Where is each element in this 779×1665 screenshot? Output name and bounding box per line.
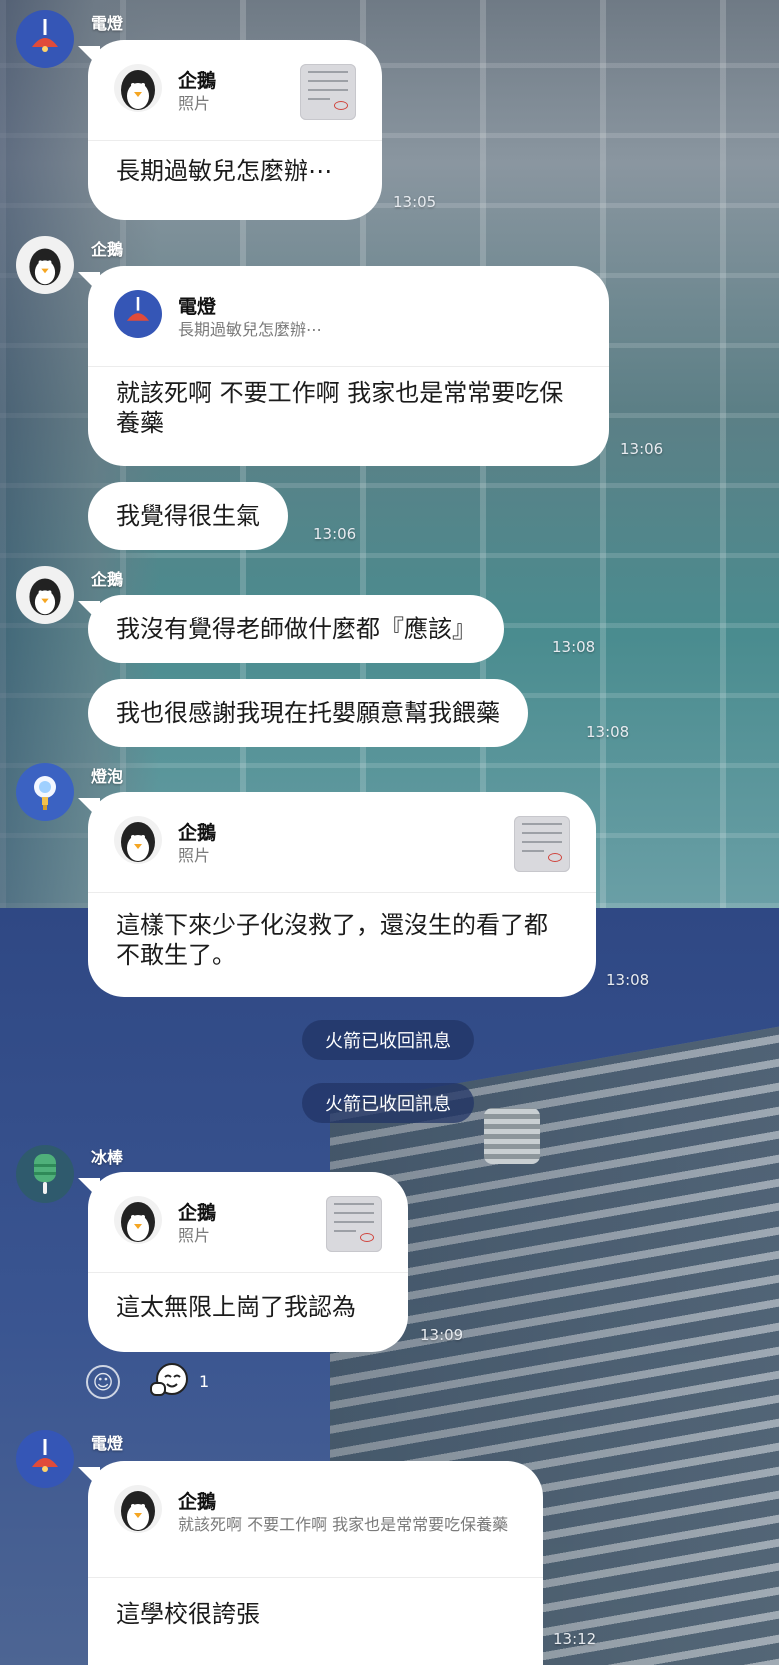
quoted-sender: 企鵝 <box>178 1491 217 1513</box>
quoted-content: 照片 <box>178 846 211 865</box>
reaction-count: 1 <box>199 1372 210 1391</box>
photo-thumbnail[interactable] <box>326 1196 382 1252</box>
background-chimney <box>484 1108 540 1164</box>
message-text: 這樣下來少子化沒救了，還沒生的看了都不敢生了。 <box>116 911 548 969</box>
quoted-content: 照片 <box>178 94 211 113</box>
reply-message-bubble[interactable]: 電燈 長期過敏兒怎麼辦⋯ 就該死啊 不要工作啊 我家也是常常要吃保養藥 <box>88 266 609 466</box>
reply-message-bubble[interactable]: 企鵝 就該死啊 不要工作啊 我家也是常常要吃保養藥 這學校很誇張 <box>88 1461 543 1665</box>
message-bubble[interactable]: 我沒有覺得老師做什麼都『應該』 <box>88 595 504 663</box>
message-text: 就該死啊 不要工作啊 我家也是常常要吃保養藥 <box>116 379 564 437</box>
smile-icon[interactable]: ☺ <box>86 1365 120 1399</box>
sender-name: 電燈 <box>91 1434 124 1453</box>
ceiling-lamp-icon <box>114 290 162 338</box>
photo-thumbnail[interactable] <box>514 816 570 872</box>
light-bulb-avatar-icon[interactable] <box>16 763 74 821</box>
penguin-icon <box>114 64 162 112</box>
message-time: 13:08 <box>552 638 596 656</box>
quoted-content: 長期過敏兒怎麼辦⋯ <box>178 320 323 339</box>
sticker-reaction-icon[interactable] <box>148 1361 190 1401</box>
quoted-sender: 企鵝 <box>178 822 217 844</box>
quoted-sender: 企鵝 <box>178 1202 217 1224</box>
message-time: 13:06 <box>313 525 357 543</box>
message-text: 這學校很誇張 <box>116 1600 260 1628</box>
message-time: 13:06 <box>620 440 664 458</box>
system-message-unsent: 火箭已收回訊息 <box>302 1020 474 1060</box>
message-time: 13:05 <box>393 193 437 211</box>
message-time: 13:12 <box>553 1630 597 1648</box>
popsicle-avatar-icon[interactable] <box>16 1145 74 1203</box>
penguin-icon <box>114 816 162 864</box>
photo-thumbnail[interactable] <box>300 64 356 120</box>
quoted-content: 照片 <box>178 1226 211 1245</box>
message-bubble[interactable]: 我覺得很生氣 <box>88 482 288 550</box>
sender-name: 冰棒 <box>91 1148 124 1167</box>
reply-message-bubble[interactable]: 企鵝 照片 長期過敏兒怎麼辦⋯ <box>88 40 382 220</box>
sender-name: 燈泡 <box>91 767 124 786</box>
quoted-message[interactable]: 企鵝 照片 <box>88 40 382 141</box>
reply-message-bubble[interactable]: 企鵝 照片 這太無限上崗了我認為 <box>88 1172 408 1352</box>
sender-name: 電燈 <box>91 14 124 33</box>
quoted-message[interactable]: 企鵝 照片 <box>88 1172 408 1273</box>
penguin-avatar-icon[interactable] <box>16 236 74 294</box>
message-time: 13:08 <box>606 971 650 989</box>
penguin-icon <box>114 1485 162 1533</box>
sender-name: 企鵝 <box>91 570 124 589</box>
message-time: 13:08 <box>586 723 630 741</box>
lamp-avatar-icon[interactable] <box>16 1430 74 1488</box>
quoted-sender: 電燈 <box>178 296 217 318</box>
quoted-message[interactable]: 電燈 長期過敏兒怎麼辦⋯ <box>88 266 609 367</box>
message-bubble[interactable]: 我也很感謝我現在托嬰願意幫我餵藥 <box>88 679 528 747</box>
lamp-avatar-icon[interactable] <box>16 10 74 68</box>
reply-message-bubble[interactable]: 企鵝 照片 這樣下來少子化沒救了，還沒生的看了都不敢生了。 <box>88 792 596 997</box>
penguin-icon <box>114 1196 162 1244</box>
quoted-message[interactable]: 企鵝 就該死啊 不要工作啊 我家也是常常要吃保養藥 <box>88 1461 543 1578</box>
quoted-sender: 企鵝 <box>178 70 217 92</box>
message-text: 這太無限上崗了我認為 <box>116 1293 356 1321</box>
sender-name: 企鵝 <box>91 240 124 259</box>
message-time: 13:09 <box>420 1326 464 1344</box>
penguin-avatar-icon[interactable] <box>16 566 74 624</box>
quoted-message[interactable]: 企鵝 照片 <box>88 792 596 893</box>
message-text: 長期過敏兒怎麼辦⋯ <box>116 157 332 185</box>
system-message-unsent: 火箭已收回訊息 <box>302 1083 474 1123</box>
quoted-content: 就該死啊 不要工作啊 我家也是常常要吃保養藥 <box>178 1515 509 1534</box>
